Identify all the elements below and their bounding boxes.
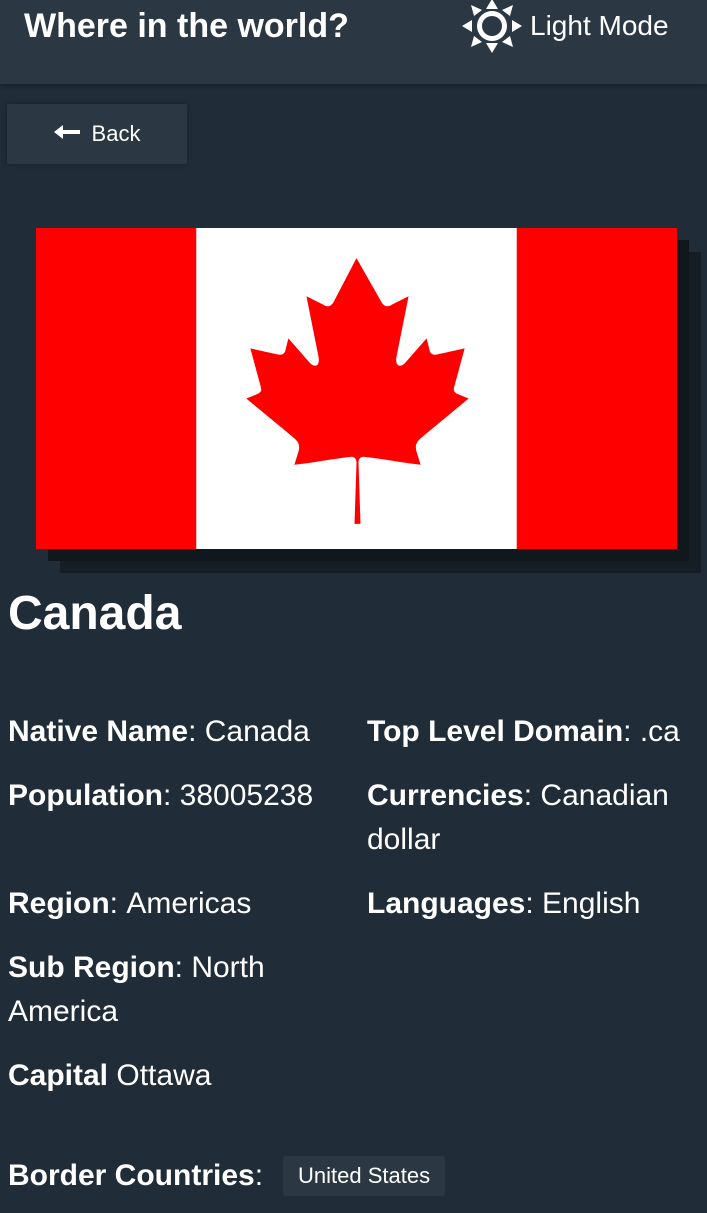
border-country-chip[interactable]: United States <box>283 1156 446 1196</box>
back-label: Back <box>91 121 141 146</box>
population-value: 38005238 <box>179 779 314 812</box>
capital-value: Ottawa <box>116 1059 212 1092</box>
border-countries-label: Border Countries: <box>8 1159 264 1192</box>
canada-flag-image <box>36 228 677 549</box>
population-field: Population: 38005238 <box>8 779 314 812</box>
region-label: Region <box>8 887 110 920</box>
sub-region-label: Sub Region <box>8 951 175 984</box>
currencies-field: Currencies: Canadian dollar <box>367 779 669 856</box>
native-name-value: Canada <box>204 715 310 748</box>
country-name: Canada <box>8 587 182 640</box>
border-countries-label-text: Border Countries <box>8 1159 255 1192</box>
region-field: Region: Americas <box>8 887 252 920</box>
capital-field: Capital Ottawa <box>8 1054 348 1098</box>
languages-label: Languages <box>367 887 526 920</box>
currencies-label: Currencies <box>367 779 524 812</box>
country-flag <box>36 228 701 573</box>
theme-toggle-button[interactable]: Light Mode <box>458 0 669 53</box>
sub-region-field: Sub Region: North America <box>8 951 265 1028</box>
tld-field: Top Level Domain: .ca <box>367 715 680 748</box>
languages-field: Languages: English <box>367 887 641 920</box>
region-value: Americas <box>126 887 252 920</box>
theme-toggle-label: Light Mode <box>530 10 669 41</box>
sun-icon <box>458 0 526 56</box>
app-header: Where in the world? Light Mode <box>0 0 707 84</box>
arrow-left-icon <box>53 124 92 145</box>
tld-label: Top Level Domain <box>367 715 624 748</box>
languages-value: English <box>542 887 641 920</box>
native-name-label: Native Name <box>8 715 189 748</box>
app-title: Where in the world? <box>24 7 349 45</box>
capital-label: Capital <box>8 1059 109 1092</box>
border-countries: Border Countries: United States <box>8 1156 446 1196</box>
population-label: Population <box>8 779 163 812</box>
tld-value: .ca <box>639 715 680 748</box>
back-button[interactable]: Back <box>7 104 187 164</box>
native-name-field: Native Name: Canada <box>8 715 310 748</box>
